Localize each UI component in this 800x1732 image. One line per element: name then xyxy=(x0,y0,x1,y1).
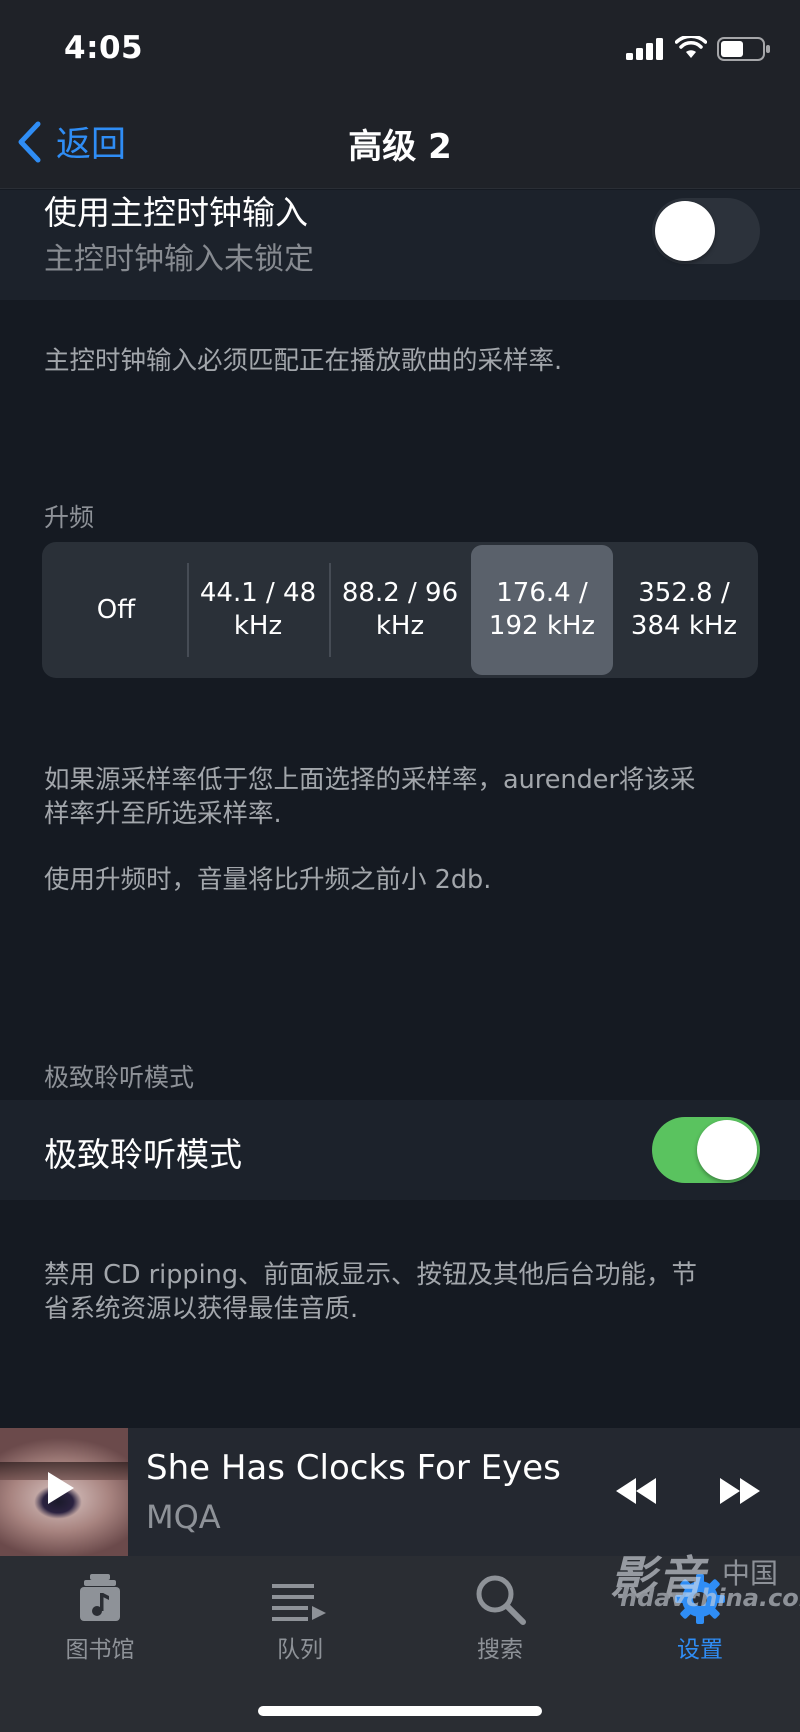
upsampling-description-1b: 样率升至所选采样率. xyxy=(44,799,282,829)
cellular-signal-icon xyxy=(626,38,663,60)
option-line1: 88.2 / 96 xyxy=(341,578,459,608)
option-line2: 192 kHz xyxy=(488,611,596,641)
wifi-icon xyxy=(675,36,707,58)
watermark-sub: hdavchina.com xyxy=(620,1584,800,1612)
now-playing-title: She Has Clocks For Eyes xyxy=(146,1448,561,1488)
master-clock-status: 主控时钟输入未锁定 xyxy=(44,242,314,277)
home-indicator[interactable] xyxy=(258,1706,542,1716)
toggle-knob xyxy=(655,201,715,261)
option-line2: kHz xyxy=(233,611,283,641)
album-art xyxy=(0,1428,128,1556)
extreme-listening-row: 极致聆听模式 xyxy=(0,1100,800,1200)
battery-icon xyxy=(717,37,770,61)
extreme-listening-description: 禁用 CD ripping、前面板显示、按钮及其他后台功能，节 省系统资源以获得… xyxy=(44,1258,764,1326)
extreme-listening-description-a: 禁用 CD ripping、前面板显示、按钮及其他后台功能，节 xyxy=(44,1260,698,1290)
master-clock-toggle[interactable] xyxy=(652,198,760,264)
upsampling-section-label: 升频 xyxy=(44,503,95,532)
option-line2: kHz xyxy=(375,611,425,641)
option-line1: Off xyxy=(96,594,136,625)
search-icon xyxy=(476,1575,526,1625)
upsampling-option-88-96[interactable]: 88.2 / 96 kHz xyxy=(329,545,471,675)
upsampling-description-1a: 如果源采样率低于您上面选择的采样率，aurender将该采 xyxy=(44,765,696,795)
upsampling-segmented-control: Off 44.1 / 48 kHz 88.2 / 96 kHz 176.4 /192… xyxy=(42,542,758,678)
queue-icon xyxy=(272,1584,326,1621)
option-line1: 352.8 / xyxy=(638,578,730,608)
tab-label: 搜索 xyxy=(477,1637,523,1663)
status-time: 4:05 xyxy=(64,30,144,66)
mini-player[interactable]: She Has Clocks For Eyes MQA xyxy=(0,1428,800,1556)
extreme-listening-description-b: 省系统资源以获得最佳音质. xyxy=(44,1294,359,1324)
master-clock-row: 使用主控时钟输入 主控时钟输入未锁定 xyxy=(0,190,800,300)
option-line1: 176.4 / xyxy=(496,578,588,608)
master-clock-description: 主控时钟输入必须匹配正在播放歌曲的采样率. xyxy=(44,346,563,376)
option-line2: 384 kHz xyxy=(630,611,738,641)
extreme-listening-toggle[interactable] xyxy=(652,1117,760,1183)
top-bar: 4:05 返回 高级 2 xyxy=(0,0,800,189)
now-playing-artist: MQA xyxy=(146,1498,221,1536)
rewind-icon[interactable] xyxy=(614,1476,658,1506)
upsampling-option-off[interactable]: Off xyxy=(45,545,187,675)
extreme-listening-section-label: 极致聆听模式 xyxy=(44,1063,195,1092)
tab-label: 图书馆 xyxy=(65,1637,135,1663)
upsampling-description-2: 使用升频时，音量将比升频之前小 2db. xyxy=(44,865,492,895)
upsampling-option-352-384[interactable]: 352.8 /384 kHz xyxy=(613,545,755,675)
upsampling-option-44-48[interactable]: 44.1 / 48 kHz xyxy=(187,545,329,675)
master-clock-title: 使用主控时钟输入 xyxy=(44,193,308,232)
tab-label: 队列 xyxy=(277,1637,323,1663)
toggle-knob xyxy=(697,1120,757,1180)
tab-label: 设置 xyxy=(677,1637,723,1663)
upsampling-option-176-192[interactable]: 176.4 /192 kHz xyxy=(471,545,613,675)
watermark: 影音 中国 hdavchina.com xyxy=(610,1542,800,1612)
play-icon[interactable] xyxy=(48,1472,74,1504)
fast-forward-icon[interactable] xyxy=(718,1476,762,1506)
option-line1: 44.1 / 48 xyxy=(199,578,317,608)
upsampling-description-1: 如果源采样率低于您上面选择的采样率，aurender将该采 样率升至所选采样率. xyxy=(44,763,764,831)
extreme-listening-title: 极致聆听模式 xyxy=(44,1135,242,1174)
page-title: 高级 2 xyxy=(348,127,452,167)
library-icon xyxy=(80,1574,120,1621)
